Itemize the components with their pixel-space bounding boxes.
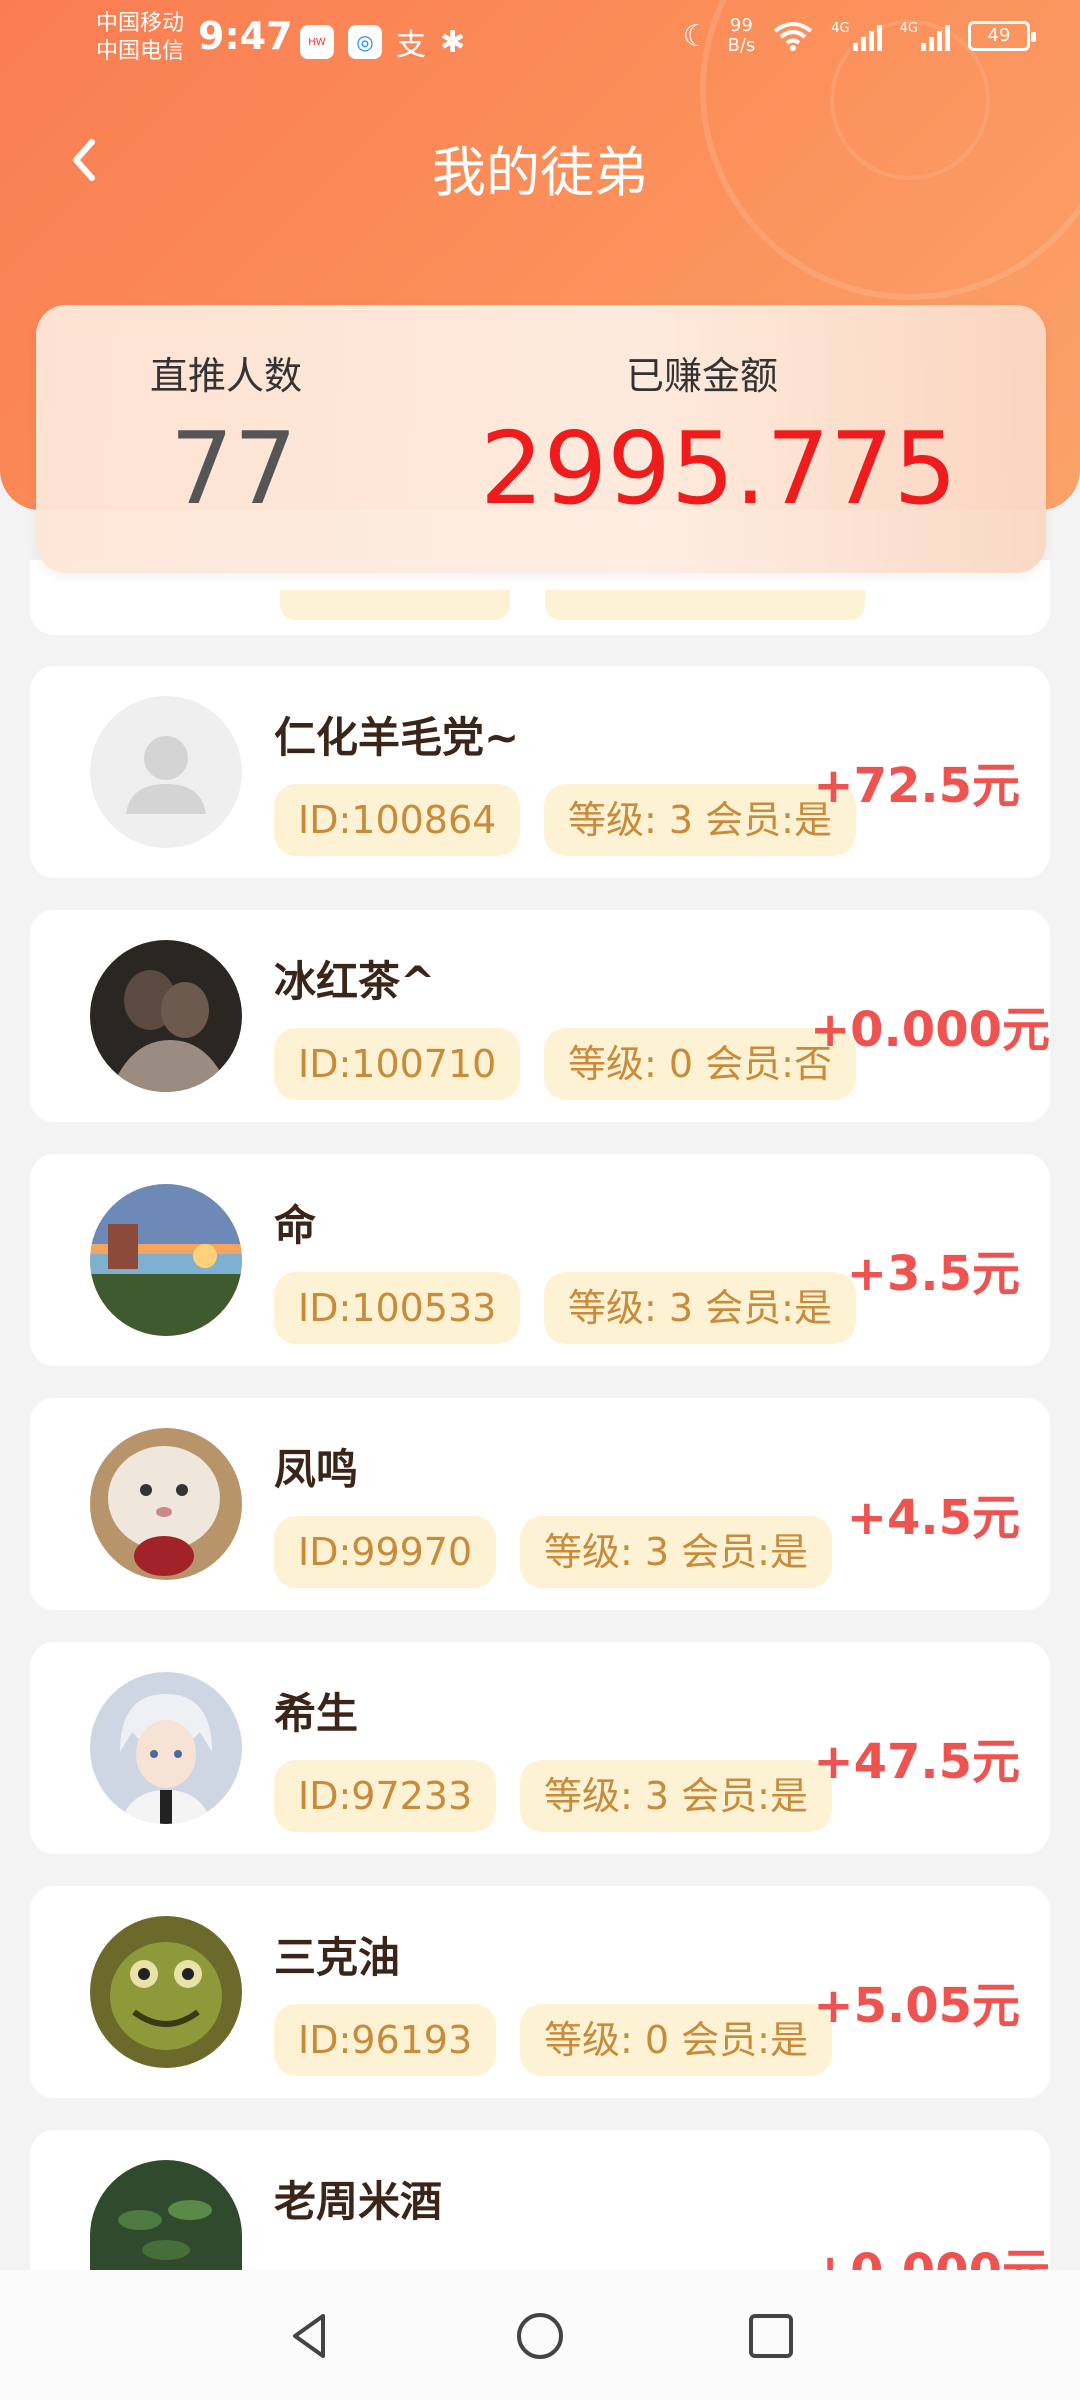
leaf-avatar-icon [90, 2160, 242, 2270]
avatar [90, 1672, 242, 1824]
carrier-1: 中国移动 [96, 11, 185, 36]
net-speed-value: 99 [729, 15, 753, 36]
disciple-name: 命 [274, 1201, 317, 1250]
list-item[interactable]: 冰红茶^ ID:100710 等级: 0 会员:否 +0.000元 [30, 910, 1050, 1122]
id-badge [280, 590, 510, 620]
turtle-avatar-icon [90, 1916, 242, 2068]
level-badge: 等级: 3 会员:是 [520, 1760, 832, 1832]
disciple-name: 三克油 [274, 1933, 401, 1982]
disciple-name: 希生 [274, 1689, 359, 1738]
battery-icon: 49 [968, 21, 1036, 51]
wifi-icon [774, 22, 813, 51]
notification-icons: HW ◎ 支 ✱ [300, 20, 465, 64]
avatar [90, 1916, 242, 2068]
id-badge: ID:100864 [274, 784, 521, 856]
level-badge: 等级: 3 会员:是 [520, 1516, 832, 1588]
avatar [90, 1428, 242, 1580]
earned-amount: +72.5元 [813, 758, 1020, 814]
earned-amount-label: 已赚金额 [626, 354, 779, 398]
triangle-back-icon [293, 2314, 325, 2358]
signal-icon: 4G [900, 21, 950, 51]
carrier-2: 中国电信 [96, 39, 185, 64]
status-bar: 中国移动 中国电信 9:47 HW ◎ 支 ✱ ☾ 99 B/s 4G 4G 4… [0, 0, 1080, 80]
cat-avatar-icon [90, 1428, 242, 1580]
net-speed: 99 B/s [727, 16, 755, 56]
summary-card: 直推人数 77 已赚金额 2995.775 [36, 305, 1046, 573]
list-item[interactable]: 三克油 ID:96193 等级: 0 会员:是 +5.05元 [30, 1886, 1050, 2098]
list-item[interactable]: 命 ID:100533 等级: 3 会员:是 +3.5元 [30, 1154, 1050, 1366]
page-title: 我的徒弟 [432, 141, 648, 204]
list-item[interactable]: 凤鸣 ID:99970 等级: 3 会员:是 +4.5元 [30, 1398, 1050, 1610]
id-badge: ID:96193 [274, 2004, 497, 2076]
earned-amount: +5.05元 [813, 1978, 1020, 2034]
system-indicators: ☾ 99 B/s 4G 4G 49 [682, 16, 1036, 56]
id-badge: ID:97233 [274, 1760, 497, 1832]
net-speed-unit: B/s [727, 35, 756, 56]
signal-type-label: 4G [831, 21, 850, 36]
huawei-app-icon: HW [300, 25, 334, 59]
system-navigation-bar [0, 2270, 1080, 2400]
anime-avatar-icon [90, 1672, 242, 1824]
moon-icon: ☾ [682, 18, 710, 54]
list-item[interactable]: 仁化羊毛党~ ID:100864 等级: 3 会员:是 +72.5元 [30, 666, 1050, 878]
earned-amount: +47.5元 [813, 1734, 1020, 1790]
id-badge: ID:100533 [274, 1272, 521, 1344]
photo-avatar-icon [90, 940, 242, 1092]
id-badge: ID:100710 [274, 1028, 521, 1100]
nav-recents-button[interactable] [745, 2310, 797, 2362]
default-avatar-icon [90, 696, 242, 848]
avatar [90, 1184, 242, 1336]
avatar [90, 696, 242, 848]
nav-back-button[interactable] [285, 2310, 337, 2362]
id-badge: ID:99970 [274, 1516, 497, 1588]
direct-count-value: 77 [170, 410, 298, 527]
level-badge: 等级: 3 会员:是 [544, 784, 856, 856]
square-recents-icon [749, 2314, 793, 2358]
signal-type-label: 4G [899, 21, 918, 36]
direct-count-label: 直推人数 [150, 354, 303, 398]
clock: 9:47 [198, 14, 293, 58]
avatar [90, 940, 242, 1092]
level-badge: 等级: 0 会员:是 [520, 2004, 832, 2076]
carrier-info: 中国移动 中国电信 [96, 10, 184, 66]
earned-amount: +3.5元 [846, 1246, 1020, 1302]
bluetooth-icon: ✱ [440, 24, 466, 60]
level-badge [545, 590, 865, 620]
disciple-name: 凤鸣 [274, 1445, 359, 1494]
signal-icon: 4G [831, 21, 882, 51]
avatar [90, 2160, 242, 2270]
level-badge: 等级: 3 会员:是 [544, 1272, 856, 1344]
browser-app-icon: ◎ [348, 25, 382, 59]
landscape-avatar-icon [90, 1184, 242, 1336]
earned-amount: +4.5元 [846, 1490, 1020, 1546]
earned-amount: +0.000元 [809, 1002, 1050, 1058]
earned-amount-value: 2995.775 [480, 410, 958, 527]
list-item[interactable]: 希生 ID:97233 等级: 3 会员:是 +47.5元 [30, 1642, 1050, 1854]
nav-home-button[interactable] [514, 2310, 566, 2362]
disciple-name: 冰红茶^ [274, 957, 436, 1006]
alipay-icon: 支 [396, 28, 426, 63]
disciple-name: 老周米酒 [274, 2177, 443, 2226]
disciple-name: 仁化羊毛党~ [274, 713, 520, 762]
circle-home-icon [517, 2313, 563, 2359]
